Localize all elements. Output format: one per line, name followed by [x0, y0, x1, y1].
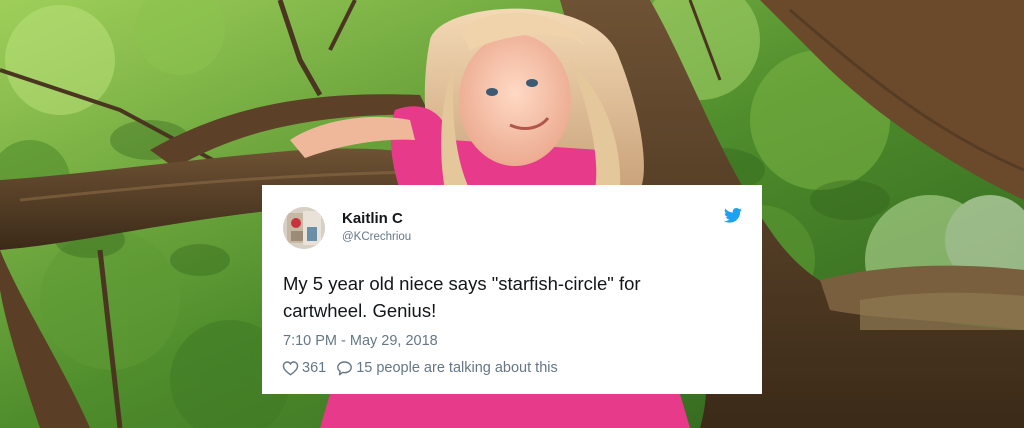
- like-count: 361: [302, 360, 327, 376]
- tweet-card[interactable]: Kaitlin C @KCrechriou My 5 year old niec…: [262, 185, 762, 394]
- tweet-actions: 361 15 people are talking about this: [282, 360, 558, 376]
- tweet-text: My 5 year old niece says "starfish-circl…: [283, 273, 641, 321]
- like-action[interactable]: 361: [282, 360, 326, 376]
- author-handle[interactable]: @KCrechriou: [342, 231, 411, 243]
- avatar[interactable]: [283, 207, 325, 249]
- heart-outline-icon: [282, 361, 299, 376]
- twitter-bird-icon[interactable]: [724, 208, 742, 223]
- tweet-timestamp[interactable]: 7:10 PM - May 29, 2018: [283, 333, 438, 349]
- conversation-action[interactable]: 15 people are talking about this: [336, 360, 558, 376]
- speech-bubble-icon: [337, 361, 353, 376]
- author-name[interactable]: Kaitlin C: [342, 210, 403, 227]
- conversation-text: 15 people are talking about this: [356, 360, 558, 376]
